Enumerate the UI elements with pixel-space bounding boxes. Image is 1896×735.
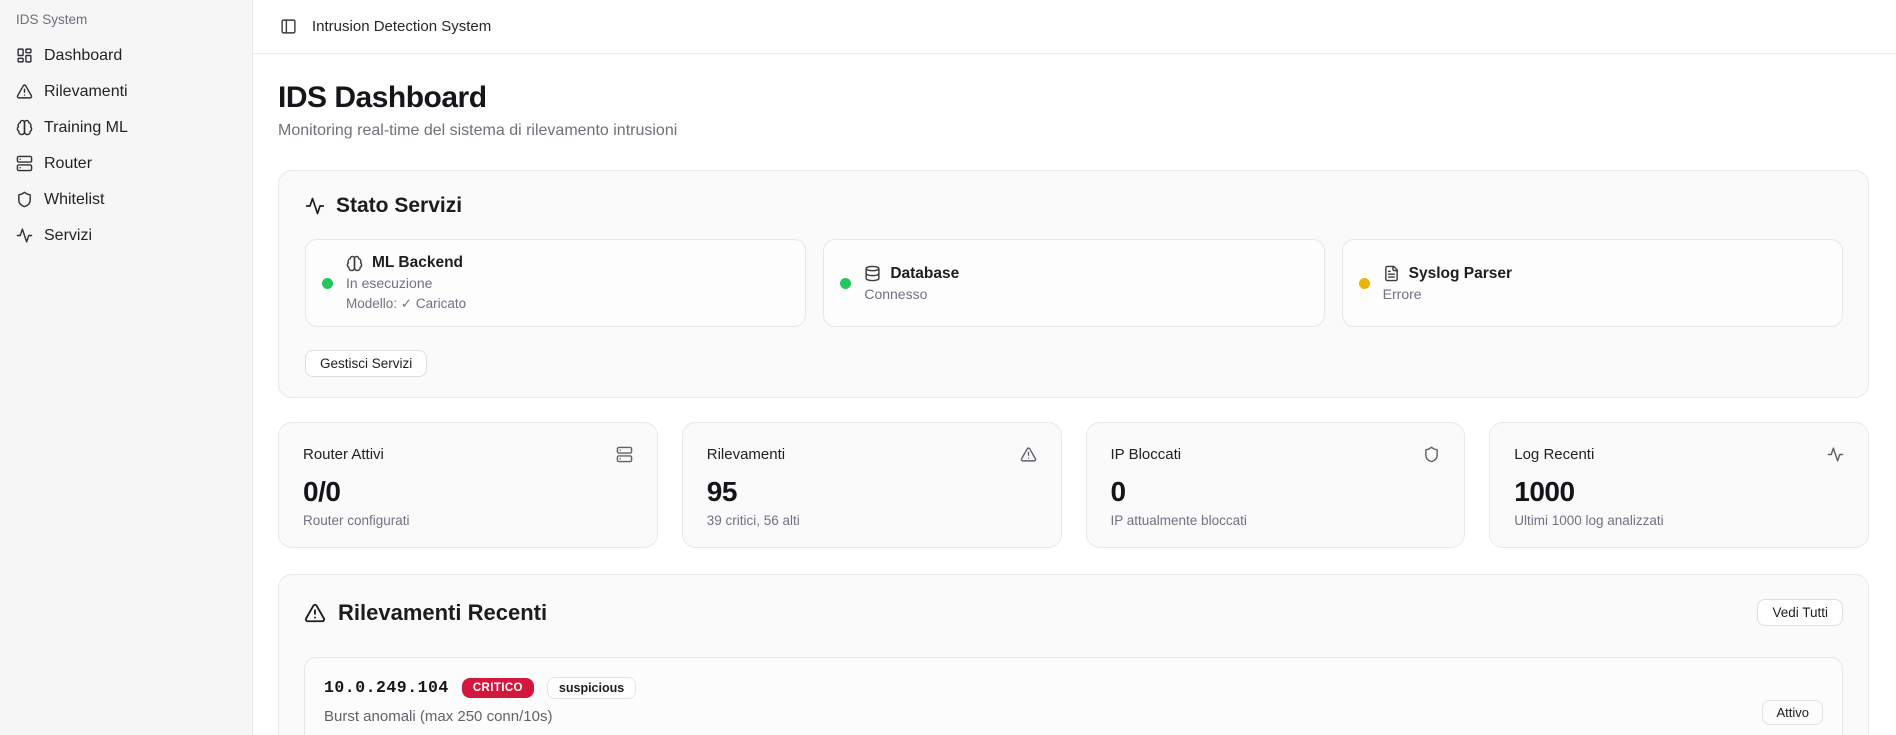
stat-caption: Ultimi 1000 log analizzati — [1514, 513, 1844, 528]
status-dot — [1359, 278, 1370, 289]
brain-icon — [346, 255, 363, 272]
database-icon — [864, 265, 881, 282]
topbar-title: Intrusion Detection System — [312, 18, 491, 35]
shield-icon — [16, 191, 33, 208]
sidebar: IDS System Dashboard Rilevamenti Trainin… — [0, 0, 253, 735]
server-icon — [16, 155, 33, 172]
brain-icon — [16, 119, 33, 136]
stats-row: Router Attivi 0/0 Router configurati Ril… — [278, 422, 1869, 548]
sidebar-item-router[interactable]: Router — [8, 147, 244, 180]
services-status-header: Stato Servizi — [305, 194, 1843, 218]
page-subtitle: Monitoring real-time del sistema di rile… — [278, 122, 1869, 140]
stat-value: 95 — [707, 476, 1037, 508]
sidebar-item-training-ml[interactable]: Training ML — [8, 111, 244, 144]
sidebar-item-dashboard[interactable]: Dashboard — [8, 39, 244, 72]
sidebar-item-label: Rilevamenti — [44, 83, 128, 101]
alert-triangle-icon — [304, 602, 326, 624]
stat-title: IP Bloccati — [1111, 446, 1182, 463]
severity-badge: CRITICO — [462, 678, 534, 698]
shield-icon — [1423, 446, 1440, 463]
recent-detections-header: Rilevamenti Recenti — [304, 600, 547, 626]
recent-detections-title: Rilevamenti Recenti — [338, 600, 547, 626]
sidebar-item-whitelist[interactable]: Whitelist — [8, 183, 244, 216]
services-status-card: Stato Servizi ML Backend In esecuzione M… — [278, 170, 1869, 398]
service-card-database: Database Connesso — [823, 239, 1324, 327]
page-title: IDS Dashboard — [278, 81, 1869, 115]
detection-ip: 10.0.249.104 — [324, 678, 449, 697]
panel-left-icon — [280, 18, 297, 35]
stat-value: 1000 — [1514, 476, 1844, 508]
stat-title: Log Recenti — [1514, 446, 1594, 463]
status-dot — [840, 278, 851, 289]
activity-icon — [305, 196, 325, 216]
stat-title: Router Attivi — [303, 446, 384, 463]
service-name: ML Backend — [372, 254, 463, 272]
service-card-syslog-parser: Syslog Parser Errore — [1342, 239, 1843, 327]
manage-services-button[interactable]: Gestisci Servizi — [305, 350, 427, 377]
stat-card-log-recenti: Log Recenti 1000 Ultimi 1000 log analizz… — [1489, 422, 1869, 548]
stat-card-ip-bloccati: IP Bloccati 0 IP attualmente bloccati — [1086, 422, 1466, 548]
alert-triangle-icon — [1020, 446, 1037, 463]
sidebar-item-label: Router — [44, 155, 92, 173]
detection-row: 10.0.249.104 CRITICO suspicious Burst an… — [304, 657, 1843, 735]
services-status-title: Stato Servizi — [336, 194, 462, 218]
sidebar-app-label: IDS System — [16, 12, 244, 27]
recent-detections-card: Rilevamenti Recenti Vedi Tutti 10.0.249.… — [278, 574, 1869, 735]
service-card-ml-backend: ML Backend In esecuzione Modello: ✓ Cari… — [305, 239, 806, 327]
page-content: IDS Dashboard Monitoring real-time del s… — [253, 54, 1896, 735]
layout-dashboard-icon — [16, 47, 33, 64]
sidebar-nav: Dashboard Rilevamenti Training ML Router… — [8, 39, 244, 252]
sidebar-item-rilevamenti[interactable]: Rilevamenti — [8, 75, 244, 108]
stat-value: 0 — [1111, 476, 1441, 508]
sidebar-toggle-button[interactable] — [280, 18, 297, 35]
topbar: Intrusion Detection System — [253, 0, 1896, 54]
main-area: Intrusion Detection System IDS Dashboard… — [253, 0, 1896, 735]
state-badge: Attivo — [1762, 700, 1823, 725]
stat-card-router-attivi: Router Attivi 0/0 Router configurati — [278, 422, 658, 548]
sidebar-item-servizi[interactable]: Servizi — [8, 219, 244, 252]
service-name: Database — [890, 265, 959, 283]
sidebar-item-label: Training ML — [44, 119, 128, 137]
service-status: In esecuzione — [346, 275, 466, 291]
status-dot — [322, 278, 333, 289]
tag-badge: suspicious — [547, 677, 636, 699]
sidebar-item-label: Servizi — [44, 227, 92, 245]
sidebar-item-label: Whitelist — [44, 191, 104, 209]
detection-description: Burst anomali (max 250 conn/10s) — [324, 708, 636, 725]
server-icon — [616, 446, 633, 463]
stat-caption: IP attualmente bloccati — [1111, 513, 1441, 528]
sidebar-item-label: Dashboard — [44, 47, 122, 65]
alert-triangle-icon — [16, 83, 33, 100]
activity-icon — [16, 227, 33, 244]
stat-card-rilevamenti: Rilevamenti 95 39 critici, 56 alti — [682, 422, 1062, 548]
stat-title: Rilevamenti — [707, 446, 785, 463]
stat-caption: 39 critici, 56 alti — [707, 513, 1037, 528]
view-all-button[interactable]: Vedi Tutti — [1757, 599, 1843, 626]
service-status: Connesso — [864, 286, 959, 302]
activity-icon — [1827, 446, 1844, 463]
service-status: Errore — [1383, 286, 1512, 302]
services-grid: ML Backend In esecuzione Modello: ✓ Cari… — [305, 239, 1843, 327]
stat-caption: Router configurati — [303, 513, 633, 528]
service-model-status: Modello: ✓ Caricato — [346, 296, 466, 312]
service-name: Syslog Parser — [1409, 265, 1512, 283]
file-text-icon — [1383, 265, 1400, 282]
stat-value: 0/0 — [303, 476, 633, 508]
